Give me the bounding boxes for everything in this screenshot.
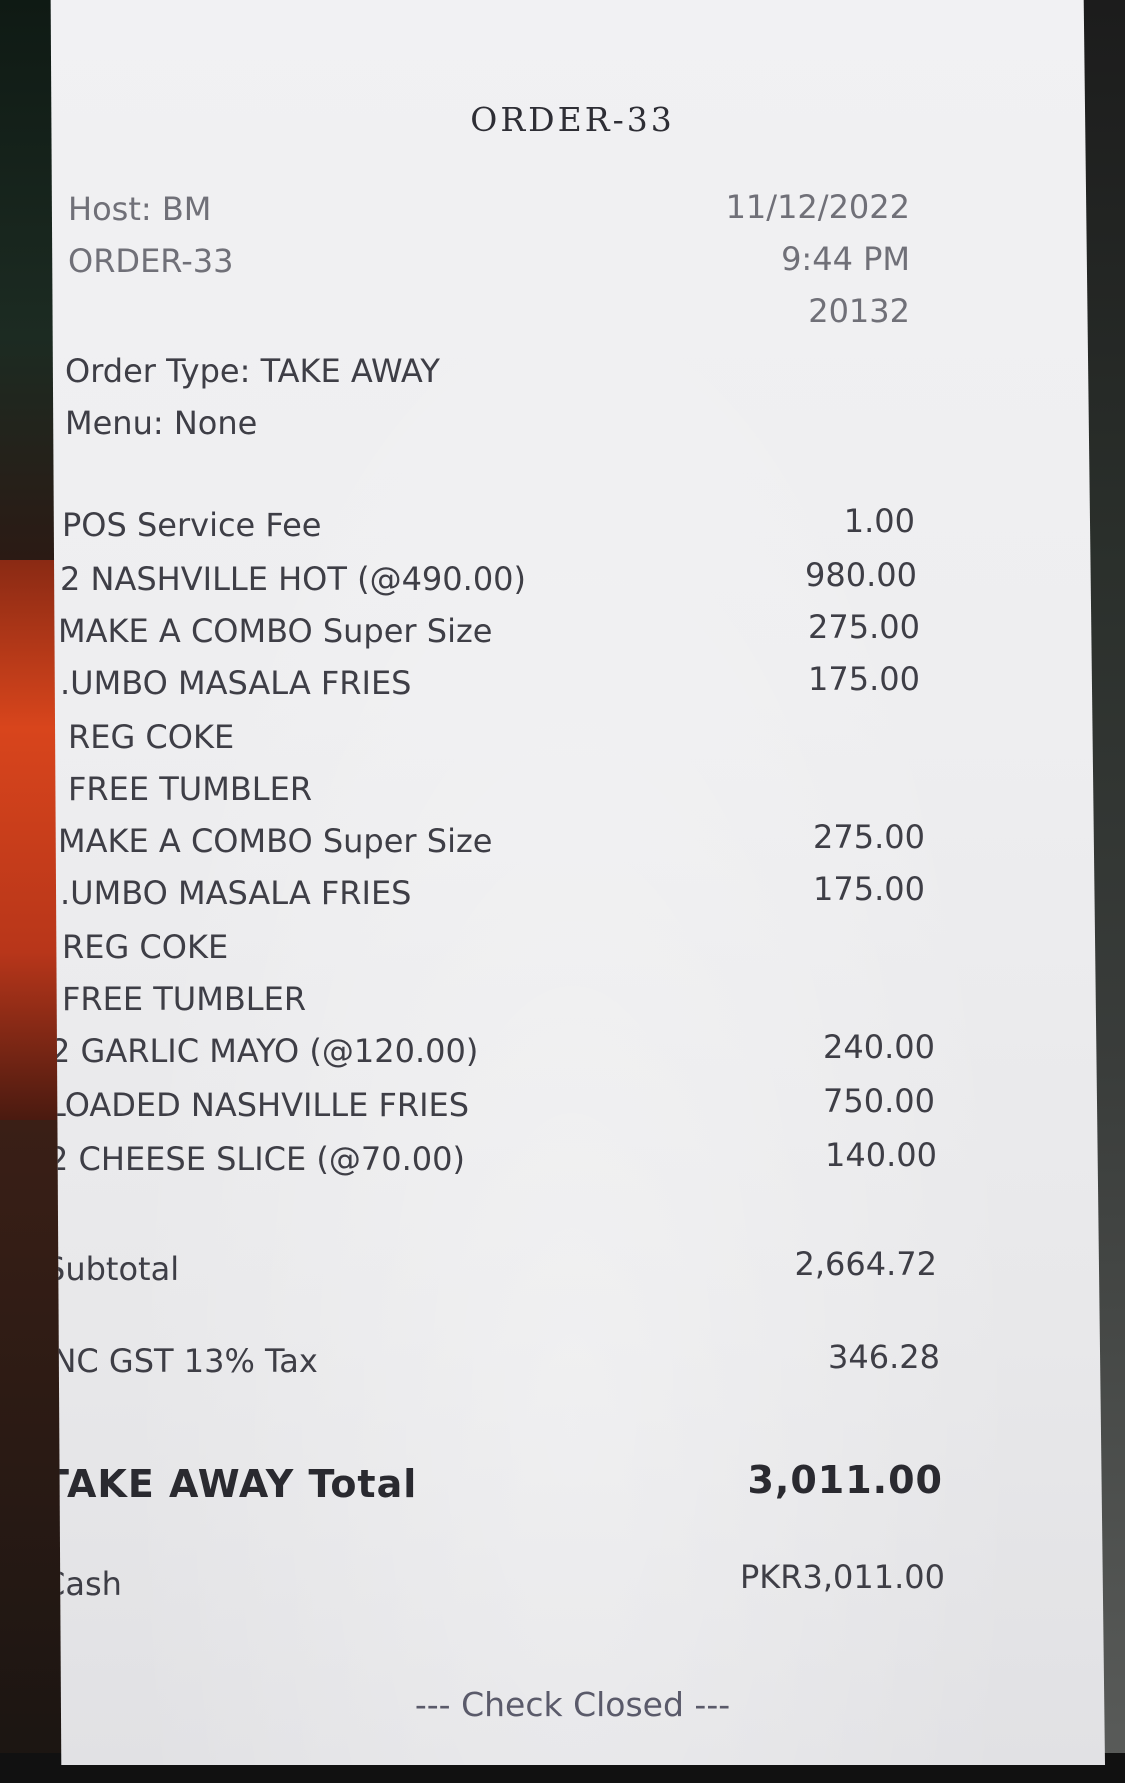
line-item-price: 175.00 (808, 660, 920, 698)
host-label: Host: BM (68, 190, 212, 228)
line-item-name: FREE TUMBLER (68, 770, 313, 808)
line-item-price: 980.00 (805, 556, 917, 594)
receipt-title: ORDER-33 (470, 100, 675, 139)
line-item-price: 240.00 (823, 1028, 935, 1066)
line-item-name: 2 NASHVILLE HOT (@490.00) (60, 560, 527, 598)
line-item-name: MAKE A COMBO Super Size (58, 822, 493, 860)
line-item-name: 2 GARLIC MAYO (@120.00) (50, 1032, 479, 1070)
subtotal-label: Subtotal (45, 1250, 180, 1288)
line-item-name: .UMBO MASALA FRIES (60, 664, 412, 702)
line-item-price: 1.00 (843, 502, 915, 540)
line-item-name: POS Service Fee (62, 506, 322, 544)
line-item-price: 140.00 (825, 1136, 937, 1174)
line-item-name: MAKE A COMBO Super Size (58, 612, 493, 650)
line-item-price: 275.00 (808, 608, 920, 646)
line-item-price: 750.00 (823, 1082, 935, 1120)
total-value: 3,011.00 (747, 1458, 943, 1502)
payment-amount: PKR3,011.00 (739, 1558, 945, 1596)
line-item-price: 275.00 (813, 818, 925, 856)
line-item-name: FREE TUMBLER (62, 980, 307, 1018)
menu-label: Menu: None (65, 404, 258, 442)
background-left-red (0, 560, 60, 1120)
line-item-name: 2 CHEESE SLICE (@70.00) (48, 1140, 465, 1178)
check-closed-footer: --- Check Closed --- (414, 1685, 731, 1724)
line-item-price: 175.00 (813, 870, 925, 908)
tax-value: 346.28 (828, 1338, 940, 1376)
line-item-name: .UMBO MASALA FRIES (60, 874, 412, 912)
order-date: 11/12/2022 (725, 188, 910, 226)
subtotal-value: 2,664.72 (794, 1245, 938, 1283)
check-number: 20132 (808, 292, 910, 330)
order-ref: ORDER-33 (68, 242, 234, 280)
tax-label: INC GST 13% Tax (43, 1342, 318, 1380)
total-label: TAKE AWAY Total (43, 1462, 418, 1506)
receipt-paper: ORDER-33 Host: BM ORDER-33 11/12/2022 9:… (43, 0, 1105, 1765)
order-type: Order Type: TAKE AWAY (65, 352, 440, 390)
line-item-name: REG COKE (62, 928, 229, 966)
line-item-name: REG COKE (68, 718, 235, 756)
line-item-name: LOADED NASHVILLE FRIES (48, 1086, 470, 1124)
order-time: 9:44 PM (781, 240, 910, 278)
